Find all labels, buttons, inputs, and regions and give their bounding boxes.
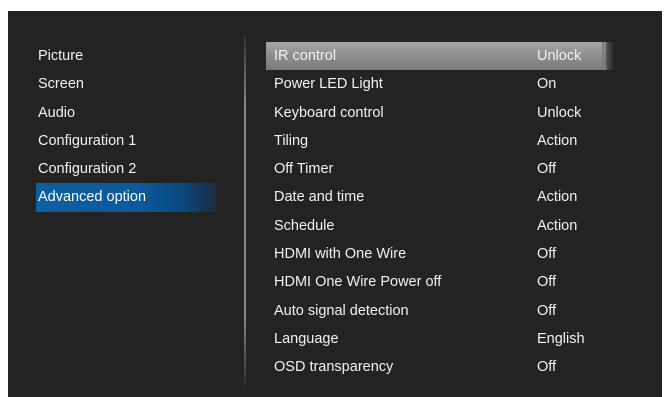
setting-value: Action bbox=[537, 132, 578, 149]
setting-label: Schedule bbox=[274, 217, 335, 234]
setting-label: HDMI with One Wire bbox=[274, 246, 407, 263]
setting-label: Tiling bbox=[274, 132, 309, 149]
setting-row-hdmi-one-wire-power-off[interactable]: HDMI One Wire Power off Off bbox=[266, 268, 606, 296]
osd-panel: Picture Screen Audio Configuration 1 Con… bbox=[8, 11, 662, 397]
menu-item-configuration-2[interactable]: Configuration 2 bbox=[36, 155, 216, 183]
setting-value: English bbox=[537, 330, 585, 347]
setting-value: Off bbox=[537, 274, 557, 291]
setting-row-ir-control[interactable]: IR control Unlock bbox=[266, 42, 614, 71]
setting-value: Off bbox=[537, 161, 557, 178]
setting-value: On bbox=[537, 76, 557, 93]
setting-row-date-and-time[interactable]: Date and time Action bbox=[266, 183, 606, 211]
menu-item-picture[interactable]: Picture bbox=[36, 42, 216, 70]
setting-label: HDMI One Wire Power off bbox=[274, 274, 442, 291]
left-menu: Picture Screen Audio Configuration 1 Con… bbox=[36, 42, 216, 212]
setting-label: Power LED Light bbox=[274, 76, 383, 93]
setting-label: Off Timer bbox=[274, 161, 334, 178]
setting-row-hdmi-with-one-wire[interactable]: HDMI with One Wire Off bbox=[266, 240, 606, 268]
setting-label: IR control bbox=[274, 48, 337, 64]
setting-row-osd-transparency[interactable]: OSD transparency Off bbox=[266, 353, 606, 381]
setting-label: Auto signal detection bbox=[274, 302, 409, 319]
settings-list: IR control Unlock Power LED Light On Key… bbox=[266, 42, 614, 382]
setting-value: Action bbox=[537, 217, 578, 234]
setting-row-auto-signal-detection[interactable]: Auto signal detection Off bbox=[266, 297, 606, 325]
setting-label: Keyboard control bbox=[274, 104, 384, 121]
setting-value: Off bbox=[537, 359, 557, 376]
setting-row-tiling[interactable]: Tiling Action bbox=[266, 127, 606, 155]
menu-item-screen[interactable]: Screen bbox=[36, 70, 216, 98]
setting-row-schedule[interactable]: Schedule Action bbox=[266, 212, 606, 240]
menu-item-advanced-option[interactable]: Advanced option bbox=[36, 183, 216, 212]
setting-value: Unlock bbox=[537, 104, 582, 121]
setting-label: Language bbox=[274, 330, 339, 347]
setting-row-power-led-light[interactable]: Power LED Light On bbox=[266, 70, 606, 98]
setting-row-language[interactable]: Language English bbox=[266, 325, 606, 353]
setting-label: OSD transparency bbox=[274, 359, 394, 376]
menu-item-configuration-1[interactable]: Configuration 1 bbox=[36, 127, 216, 155]
setting-value: Off bbox=[537, 302, 557, 319]
menu-divider bbox=[244, 35, 246, 385]
setting-value: Action bbox=[537, 189, 578, 206]
setting-row-off-timer[interactable]: Off Timer Off bbox=[266, 155, 606, 183]
setting-row-keyboard-control[interactable]: Keyboard control Unlock bbox=[266, 99, 606, 127]
setting-value: Off bbox=[537, 246, 557, 263]
setting-label: Date and time bbox=[274, 189, 365, 206]
setting-value: Unlock bbox=[537, 48, 582, 64]
menu-item-audio[interactable]: Audio bbox=[36, 99, 216, 127]
